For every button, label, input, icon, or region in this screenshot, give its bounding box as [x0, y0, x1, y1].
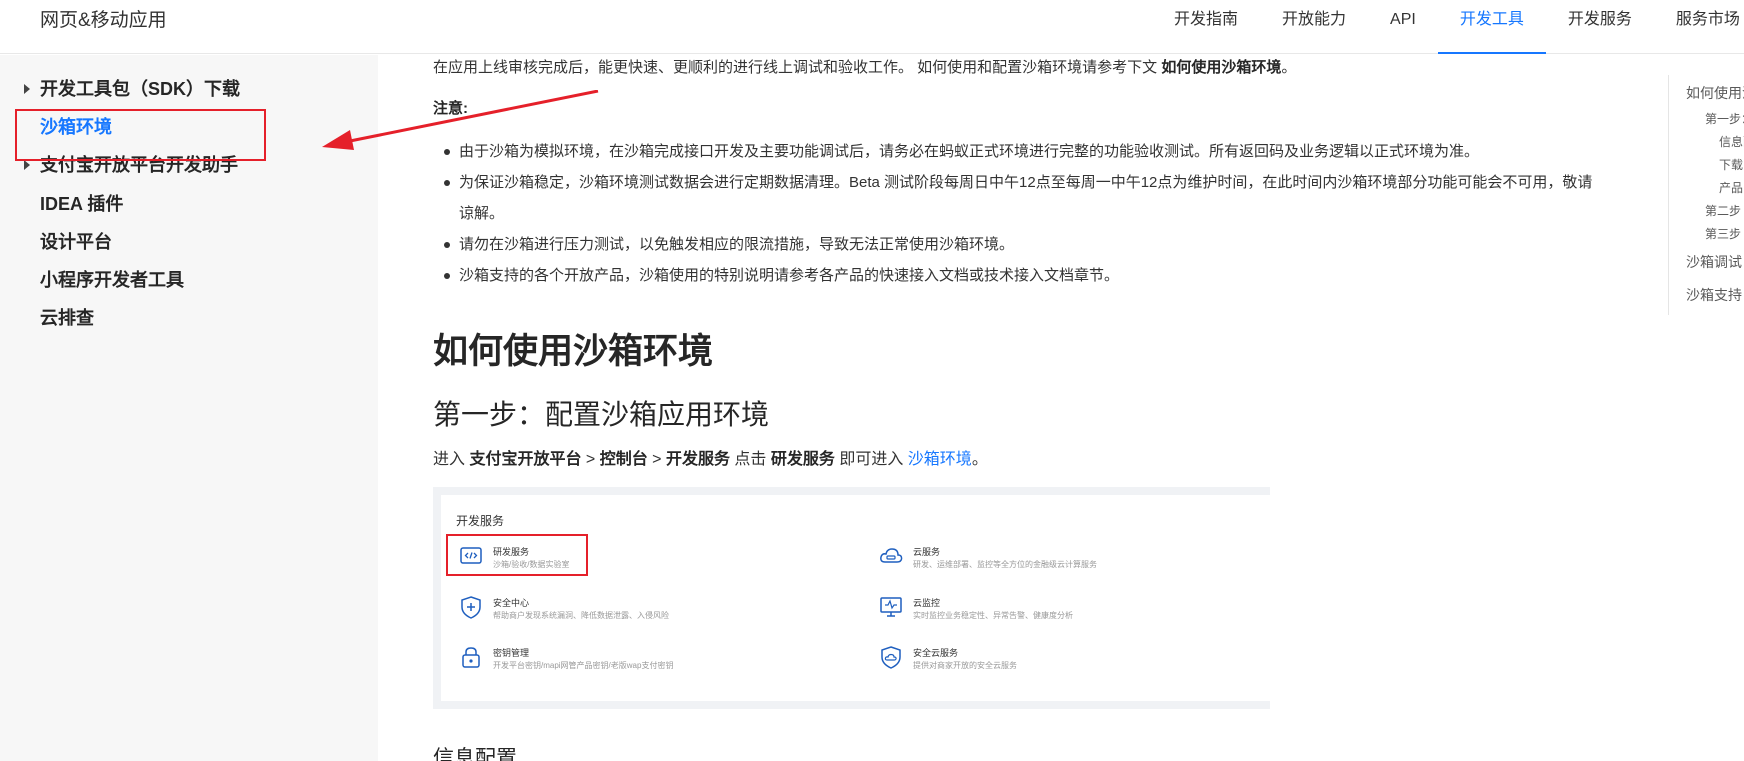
sidebar-item-idea-plugin[interactable]: IDEA 插件: [40, 192, 123, 216]
section-heading: 如何使用沙箱环境: [433, 332, 714, 371]
sidebar-item-label: 设计平台: [40, 232, 112, 252]
step-heading: 第一步：配置沙箱应用环境: [433, 399, 770, 430]
info-config-heading: 信息配置: [433, 747, 517, 761]
note-label: 注意:: [433, 100, 468, 117]
toc-item[interactable]: 产品: [1719, 179, 1743, 196]
top-navigation-bar: 网页&移动应用 开发指南 开放能力 API 开发工具 开发服务 服务市场: [0, 0, 1744, 54]
toc-item[interactable]: 沙箱支持: [1686, 285, 1742, 305]
nav-item-dev-services[interactable]: 开发服务: [1546, 0, 1654, 54]
service-security-center: 安全中心 帮助商户发现系统漏洞、降低数据泄露、入侵风险: [458, 594, 838, 626]
caret-right-icon: [24, 160, 30, 170]
sidebar-item-sandbox[interactable]: 沙箱环境: [40, 115, 112, 139]
sidebar-item-label: IDEA 插件: [40, 194, 124, 214]
toc-item[interactable]: 信息配置: [1719, 133, 1744, 150]
table-of-contents: 如何使用沙箱环境 第一步：配置沙箱应用环境 信息配置 下载 产品 第二步 第三步…: [1668, 75, 1744, 315]
site-brand[interactable]: 网页&移动应用: [40, 8, 167, 34]
main-content: 在应用上线审核完成后，能更快速、更顺利的进行线上调试和验收工作。 如何使用和配置…: [433, 55, 1593, 761]
code-icon: [460, 547, 482, 564]
list-item: 请勿在沙箱进行压力测试，以免触发相应的限流措施，导致无法正常使用沙箱环境。: [433, 229, 1593, 260]
sidebar-item-label: 开发工具包（SDK）下载: [40, 79, 241, 99]
toc-item[interactable]: 如何使用沙箱环境: [1686, 83, 1744, 103]
shield-cloud-icon: [881, 646, 901, 669]
monitor-icon: [880, 597, 902, 617]
service-cloud-monitor: 云监控 实时监控业务稳定性、异常告警、健康度分析: [878, 594, 1258, 626]
nav-item-dev-guide[interactable]: 开发指南: [1152, 0, 1260, 54]
list-item: 为保证沙箱稳定，沙箱环境测试数据会进行定期数据清理。Beta 测试阶段每周日中午…: [433, 167, 1593, 229]
sidebar-item-label: 沙箱环境: [40, 117, 112, 137]
toc-item[interactable]: 沙箱调试: [1686, 252, 1742, 272]
top-nav-menu: 开发指南 开放能力 API 开发工具 开发服务 服务市场: [1152, 0, 1744, 54]
sidebar-item-dev-assistant[interactable]: 支付宝开放平台开发助手: [24, 153, 238, 177]
intro-bold-link: 如何使用沙箱环境: [1161, 59, 1282, 76]
nav-item-api[interactable]: API: [1368, 0, 1438, 54]
sidebar-item-label: 支付宝开放平台开发助手: [40, 155, 238, 175]
nav-item-dev-tools[interactable]: 开发工具: [1437, 0, 1546, 54]
intro-paragraph: 在应用上线审核完成后，能更快速、更顺利的进行线上调试和验收工作。 如何使用和配置…: [433, 59, 1297, 76]
cloud-icon: [880, 548, 903, 563]
sandbox-link[interactable]: 沙箱环境: [908, 451, 972, 468]
dev-services-panel: 开发服务 研发服务 沙箱/验收/数据实验室 云服务 研发、运维部署、监控等全方位…: [441, 495, 1270, 701]
embedded-screenshot: 开发服务 研发服务 沙箱/验收/数据实验室 云服务 研发、运维部署、监控等全方位…: [433, 487, 1270, 709]
sidebar-item-cloud-troubleshoot[interactable]: 云排查: [40, 306, 94, 330]
list-item: 沙箱支持的各个开放产品，沙箱使用的特别说明请参考各产品的快速接入文档或技术接入文…: [433, 260, 1593, 291]
note-list: 由于沙箱为模拟环境，在沙箱完成接口开发及主要功能调试后，请务必在蚂蚁正式环境进行…: [433, 136, 1593, 291]
service-rd: 研发服务 沙箱/验收/数据实验室: [458, 543, 838, 575]
toc-item[interactable]: 第一步：配置沙箱应用环境: [1705, 110, 1744, 127]
lock-icon: [462, 647, 480, 668]
nav-item-service-market[interactable]: 服务市场: [1654, 0, 1744, 54]
sidebar-item-label: 小程序开发者工具: [40, 270, 184, 290]
caret-right-icon: [24, 84, 30, 94]
nav-item-open-capability[interactable]: 开放能力: [1260, 0, 1368, 54]
step-instructions: 进入 支付宝开放平台 > 控制台 > 开发服务 点击 研发服务 即可进入 沙箱环…: [433, 451, 988, 468]
sidebar-item-design-platform[interactable]: 设计平台: [40, 230, 112, 254]
left-sidebar: 开发工具包（SDK）下载 沙箱环境 支付宝开放平台开发助手 IDEA 插件 设计…: [0, 55, 378, 761]
list-item: 由于沙箱为模拟环境，在沙箱完成接口开发及主要功能调试后，请务必在蚂蚁正式环境进行…: [433, 136, 1593, 167]
service-cloud: 云服务 研发、运维部署、监控等全方位的金融级云计算服务: [878, 543, 1258, 575]
sidebar-item-sdk-download[interactable]: 开发工具包（SDK）下载: [24, 77, 241, 101]
toc-item[interactable]: 第三步: [1705, 225, 1741, 242]
service-key-management: 密钥管理 开发平台密钥/mapi网管产品密钥/老版wap支付密钥: [458, 644, 838, 676]
panel-title: 开发服务: [456, 514, 505, 528]
toc-item[interactable]: 第二步: [1705, 202, 1741, 219]
sidebar-item-miniprogram-tool[interactable]: 小程序开发者工具: [40, 268, 184, 292]
toc-item[interactable]: 下载: [1719, 156, 1743, 173]
sidebar-item-label: 云排查: [40, 308, 94, 328]
shield-plus-icon: [461, 596, 481, 619]
service-security-cloud: 安全云服务 提供对商家开放的安全云服务: [878, 644, 1258, 676]
